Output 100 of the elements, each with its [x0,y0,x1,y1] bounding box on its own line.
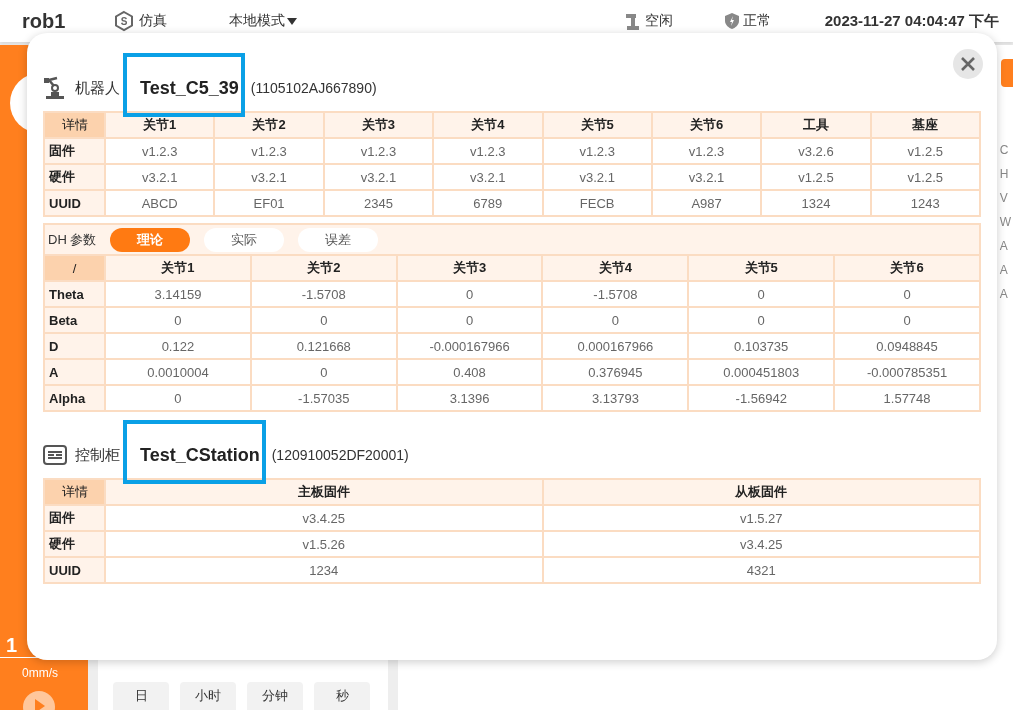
time-range-button[interactable]: 秒 [314,682,370,710]
column-header: 关节3 [323,112,434,138]
time-range-button[interactable]: 日 [113,682,169,710]
table-corner-header: / [44,255,105,281]
table-cell: FECB [542,190,652,216]
table-cell: -1.56942 [688,385,835,411]
table-cell: -1.5708 [542,281,689,307]
speed-unit: 0mm/s [22,666,58,680]
time-range-button[interactable]: 小时 [180,682,236,710]
axis-letter: H [999,167,1010,181]
table-cell: 0.408 [396,359,543,385]
axis-letter: A [999,239,1009,253]
table-cell: EF01 [214,190,324,216]
table-cell: -0.000167966 [396,333,543,359]
table-cell: 0.000167966 [542,333,689,359]
column-header: 关节4 [433,112,543,138]
datetime: 2023-11-27 04:04:47 下午 [824,11,999,31]
table-cell: v1.2.3 [323,138,434,164]
table-cell: 4321 [542,557,980,583]
close-icon [961,57,975,71]
table-corner-header: 详情 [44,112,105,138]
row-header: Theta [44,281,105,307]
axis-letter: A [999,287,1009,301]
column-header: 关节5 [542,112,652,138]
table-cell: v3.2.1 [214,164,324,190]
column-header: 关节5 [688,255,835,281]
side-tab-handle[interactable] [1001,59,1013,87]
table-cell: 1324 [761,190,871,216]
axis-letter: C [999,143,1010,157]
row-header: A [44,359,105,385]
simulation-label[interactable]: 仿真 [139,12,168,30]
dh-parameters-label: DH 参数 [48,230,97,249]
column-header: 关节4 [542,255,689,281]
table-cell: 3.14159 [105,281,251,307]
table-cell: v1.2.3 [651,138,762,164]
table-cell: v1.5.27 [542,505,980,531]
row-header: Alpha [44,385,105,411]
table-cell: v1.2.3 [214,138,324,164]
controller-name: Test_CStation [140,444,260,465]
table-cell: 1243 [870,190,980,216]
robot-model-name: Test_C5_39 [140,77,239,98]
table-cell: v1.2.5 [870,138,980,164]
table-cell: v3.4.25 [105,505,543,531]
column-header: 关节6 [834,255,980,281]
table-cell: 0.121668 [250,333,397,359]
table-cell: v3.2.1 [323,164,434,190]
table-cell: 0 [105,385,251,411]
row-header: UUID [44,190,105,216]
table-cell: 3.13793 [542,385,689,411]
table-cell: 0.122 [105,333,251,359]
robot-name-title: rob1 [22,9,66,33]
table-cell: 0 [250,307,397,333]
table-cell: A987 [651,190,762,216]
mode-dropdown[interactable]: 本地模式 [229,12,298,30]
dh-mode-tab[interactable]: 误差 [298,227,379,252]
table-cell: v1.2.3 [105,138,215,164]
table-cell: 0 [396,307,543,333]
row-header: Beta [44,307,105,333]
row-header: 硬件 [44,531,105,557]
table-cell: 0 [250,359,397,385]
table-cell: 0.0948845 [834,333,980,359]
table-cell: -1.5708 [250,281,397,307]
table-cell: 0.103735 [688,333,835,359]
axis-letter: W [999,215,1011,229]
row-header: 硬件 [44,164,105,190]
column-header: 关节2 [214,112,324,138]
column-header: 关节6 [651,112,762,138]
table-cell: 3.1396 [396,385,543,411]
column-header: 基座 [870,112,980,138]
time-range-button[interactable]: 分钟 [247,682,303,710]
dh-mode-tab[interactable]: 实际 [204,227,285,252]
serial-number: (120910052DF20001) [271,447,409,463]
table-cell: v3.2.6 [761,138,871,164]
play-icon[interactable] [22,690,56,710]
row-header: 固件 [44,505,105,531]
table-cell: -1.57035 [250,385,397,411]
table-cell: 0 [688,307,835,333]
close-button[interactable] [953,49,983,79]
table-cell: 2345 [323,190,434,216]
column-header: 关节2 [250,255,397,281]
server-icon [43,445,67,465]
table-cell: 0.0010004 [105,359,251,385]
column-header: 主板固件 [105,479,543,505]
table-cell: 6789 [433,190,543,216]
table-cell: ABCD [105,190,215,216]
serial-number: (1105102AJ667890) [250,80,377,96]
table-cell: v1.2.3 [433,138,543,164]
column-header: 关节3 [396,255,543,281]
table-cell: v1.2.5 [870,164,980,190]
simulation-icon: S [113,10,136,32]
table-cell: v3.2.1 [542,164,652,190]
idle-status: 空闲 [644,12,673,30]
section-label: 控制柜 [75,445,120,465]
row-header: UUID [44,557,105,583]
column-header: 从板固件 [542,479,980,505]
axis-letter: A [999,263,1009,277]
table-cell: 0 [105,307,251,333]
table-cell: v1.2.5 [761,164,871,190]
table-cell: 0 [834,307,980,333]
table-cell: v3.2.1 [433,164,543,190]
